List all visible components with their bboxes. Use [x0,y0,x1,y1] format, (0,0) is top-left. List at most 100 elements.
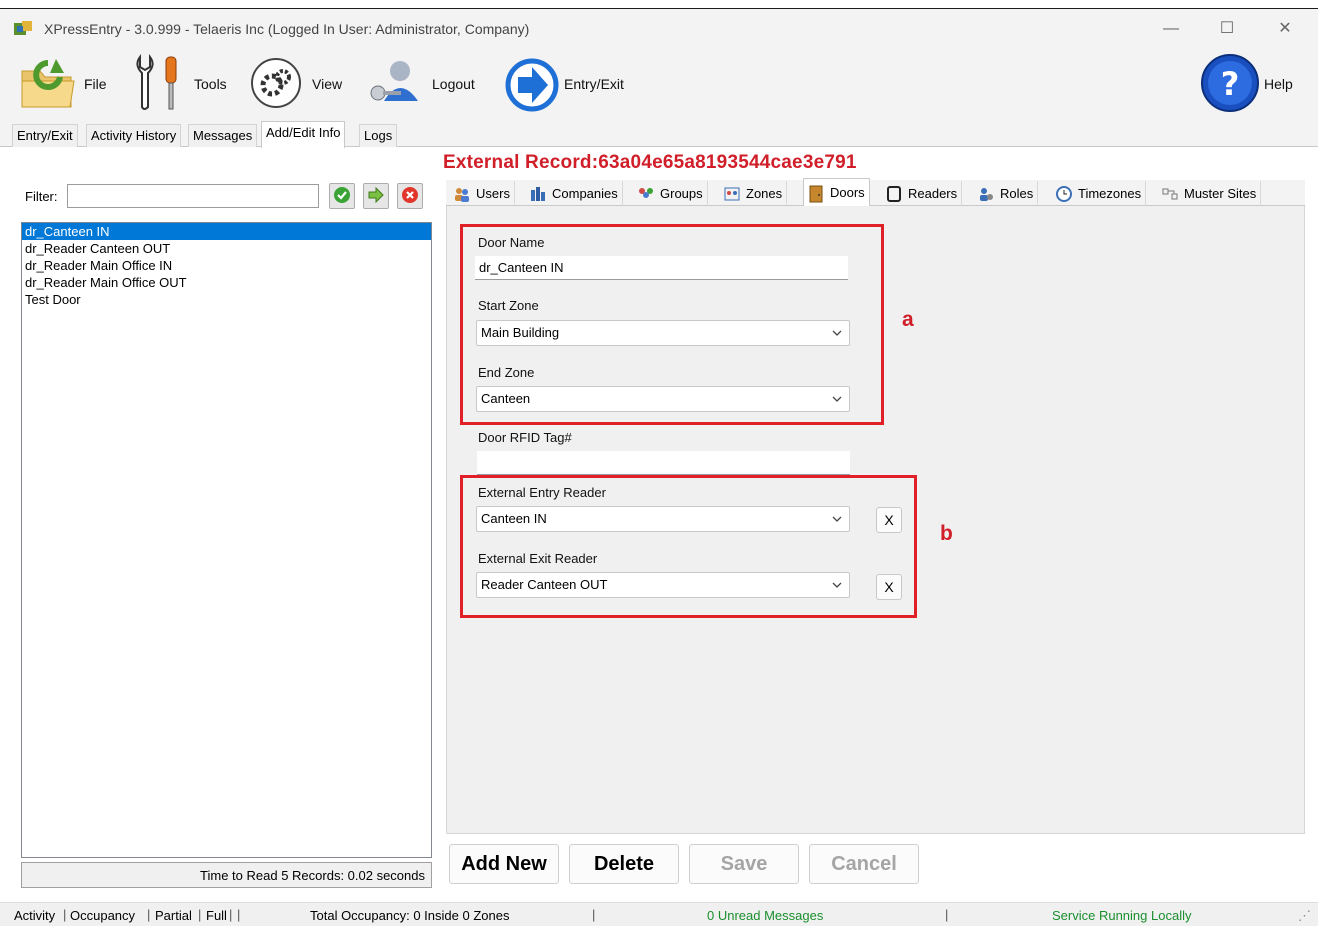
svg-text:?: ? [1221,65,1240,103]
rfid-tag-label: Door RFID Tag# [478,430,572,445]
occupancy-link[interactable]: Occupancy [70,908,135,923]
list-item[interactable]: dr_Reader Main Office OUT [22,274,431,291]
gear-icon [250,57,302,112]
read-time-status: Time to Read 5 Records: 0.02 seconds [21,862,432,888]
separator: | [945,907,949,922]
resize-grip-icon[interactable]: ⋰ [1298,908,1311,924]
help-label: Help [1264,76,1293,92]
entry-exit-arrow-icon [502,53,560,116]
tab-add-edit-info[interactable]: Add/Edit Info [261,121,346,148]
tab-groups-label: Groups [660,186,703,201]
entry-exit-button[interactable]: Entry/Exit [502,54,624,114]
tab-activity-history[interactable]: Activity History [86,124,182,147]
title-bar: XPressEntry - 3.0.999 - Telaeris Inc (Lo… [0,8,1318,48]
users-icon [454,186,470,202]
tab-users[interactable]: Users [450,181,515,206]
tab-logs[interactable]: Logs [359,124,398,147]
list-item[interactable]: dr_Canteen IN [22,223,431,240]
tools-label: Tools [194,76,227,92]
external-record-heading: External Record:63a04e65a8193544cae3e791 [443,152,857,173]
zones-icon [724,186,740,202]
list-item[interactable]: dr_Reader Canteen OUT [22,240,431,257]
maximize-button[interactable]: ☐ [1212,17,1242,41]
rfid-tag-input[interactable] [477,451,850,475]
tab-roles-label: Roles [1000,186,1034,201]
help-icon: ? [1200,53,1260,116]
tab-readers-label: Readers [908,186,958,201]
tab-zones-label: Zones [746,186,783,201]
separator: | [237,907,241,922]
full-link[interactable]: Full [206,908,227,923]
tab-timezones[interactable]: Timezones [1052,181,1147,206]
companies-icon [530,186,546,202]
tab-users-label: Users [476,186,510,201]
tab-muster-sites-label: Muster Sites [1184,186,1257,201]
add-new-button[interactable]: Add New [449,844,559,884]
folder-icon [18,53,78,116]
partial-link[interactable]: Partial [155,908,192,923]
cancel-button[interactable]: Cancel [809,844,919,884]
logout-button[interactable]: Logout [366,54,475,114]
roles-icon [978,186,994,202]
list-item[interactable]: Test Door [22,291,431,308]
separator: | [592,907,596,922]
tab-messages[interactable]: Messages [188,124,258,147]
filter-label: Filter: [25,189,58,204]
close-button[interactable]: ✕ [1270,17,1300,41]
tab-readers[interactable]: Readers [882,181,963,206]
reader-icon [886,185,902,202]
separator: | [229,907,233,922]
check-icon [333,186,351,207]
separator: | [63,907,67,922]
total-occupancy: Total Occupancy: 0 Inside 0 Zones [310,908,510,923]
save-button[interactable]: Save [689,844,799,884]
filter-input[interactable] [67,184,319,208]
activity-link[interactable]: Activity [14,908,55,923]
main-tab-strip: Entry/Exit Activity History Messages Add… [0,120,1318,148]
main-toolbar: File Tools View Logout Entry/Exit ? Help [0,48,1318,120]
apply-filter-button[interactable] [329,183,355,209]
tab-timezones-label: Timezones [1078,186,1142,201]
user-key-icon [366,55,426,114]
view-label: View [312,76,343,92]
tools-icon [130,53,188,116]
tab-groups[interactable]: Groups [634,181,708,206]
window-title: XPressEntry - 3.0.999 - Telaeris Inc (Lo… [44,21,530,37]
annotation-label-a: a [902,308,914,331]
separator: | [147,907,151,922]
tab-muster-sites[interactable]: Muster Sites [1158,181,1262,206]
service-status: Service Running Locally [1052,908,1192,923]
file-button[interactable]: File [18,54,107,114]
annotation-box-b [460,475,917,618]
annotation-box-a [460,224,884,425]
tools-button[interactable]: Tools [130,53,227,116]
tab-doors-label: Doors [830,185,865,200]
sub-tab-strip: Users Companies Groups Zones Doors Reade… [446,178,1305,206]
next-filter-button[interactable] [363,183,389,209]
door-list[interactable]: dr_Canteen IN dr_Reader Canteen OUT dr_R… [21,222,432,858]
clear-filter-button[interactable] [397,183,423,209]
clock-icon [1056,185,1072,202]
help-button[interactable]: ? Help [1200,53,1293,116]
tab-companies[interactable]: Companies [526,181,623,206]
arrow-right-icon [367,186,385,206]
tab-doors[interactable]: Doors [803,178,870,206]
groups-icon [638,186,654,202]
minimize-button[interactable]: — [1156,17,1186,41]
tab-roles[interactable]: Roles [974,181,1039,206]
entry-exit-label: Entry/Exit [564,76,624,92]
tab-entry-exit[interactable]: Entry/Exit [12,124,78,147]
separator: | [198,907,202,922]
logout-label: Logout [432,76,475,92]
file-label: File [84,76,107,92]
unread-messages[interactable]: 0 Unread Messages [707,908,823,923]
tab-companies-label: Companies [552,186,618,201]
cancel-icon [401,186,419,207]
tab-zones[interactable]: Zones [720,181,788,206]
list-item[interactable]: dr_Reader Main Office IN [22,257,431,274]
app-icon [14,21,34,35]
delete-button[interactable]: Delete [569,844,679,884]
view-button[interactable]: View [250,54,342,114]
muster-site-icon [1162,186,1178,202]
annotation-label-b: b [940,522,953,545]
